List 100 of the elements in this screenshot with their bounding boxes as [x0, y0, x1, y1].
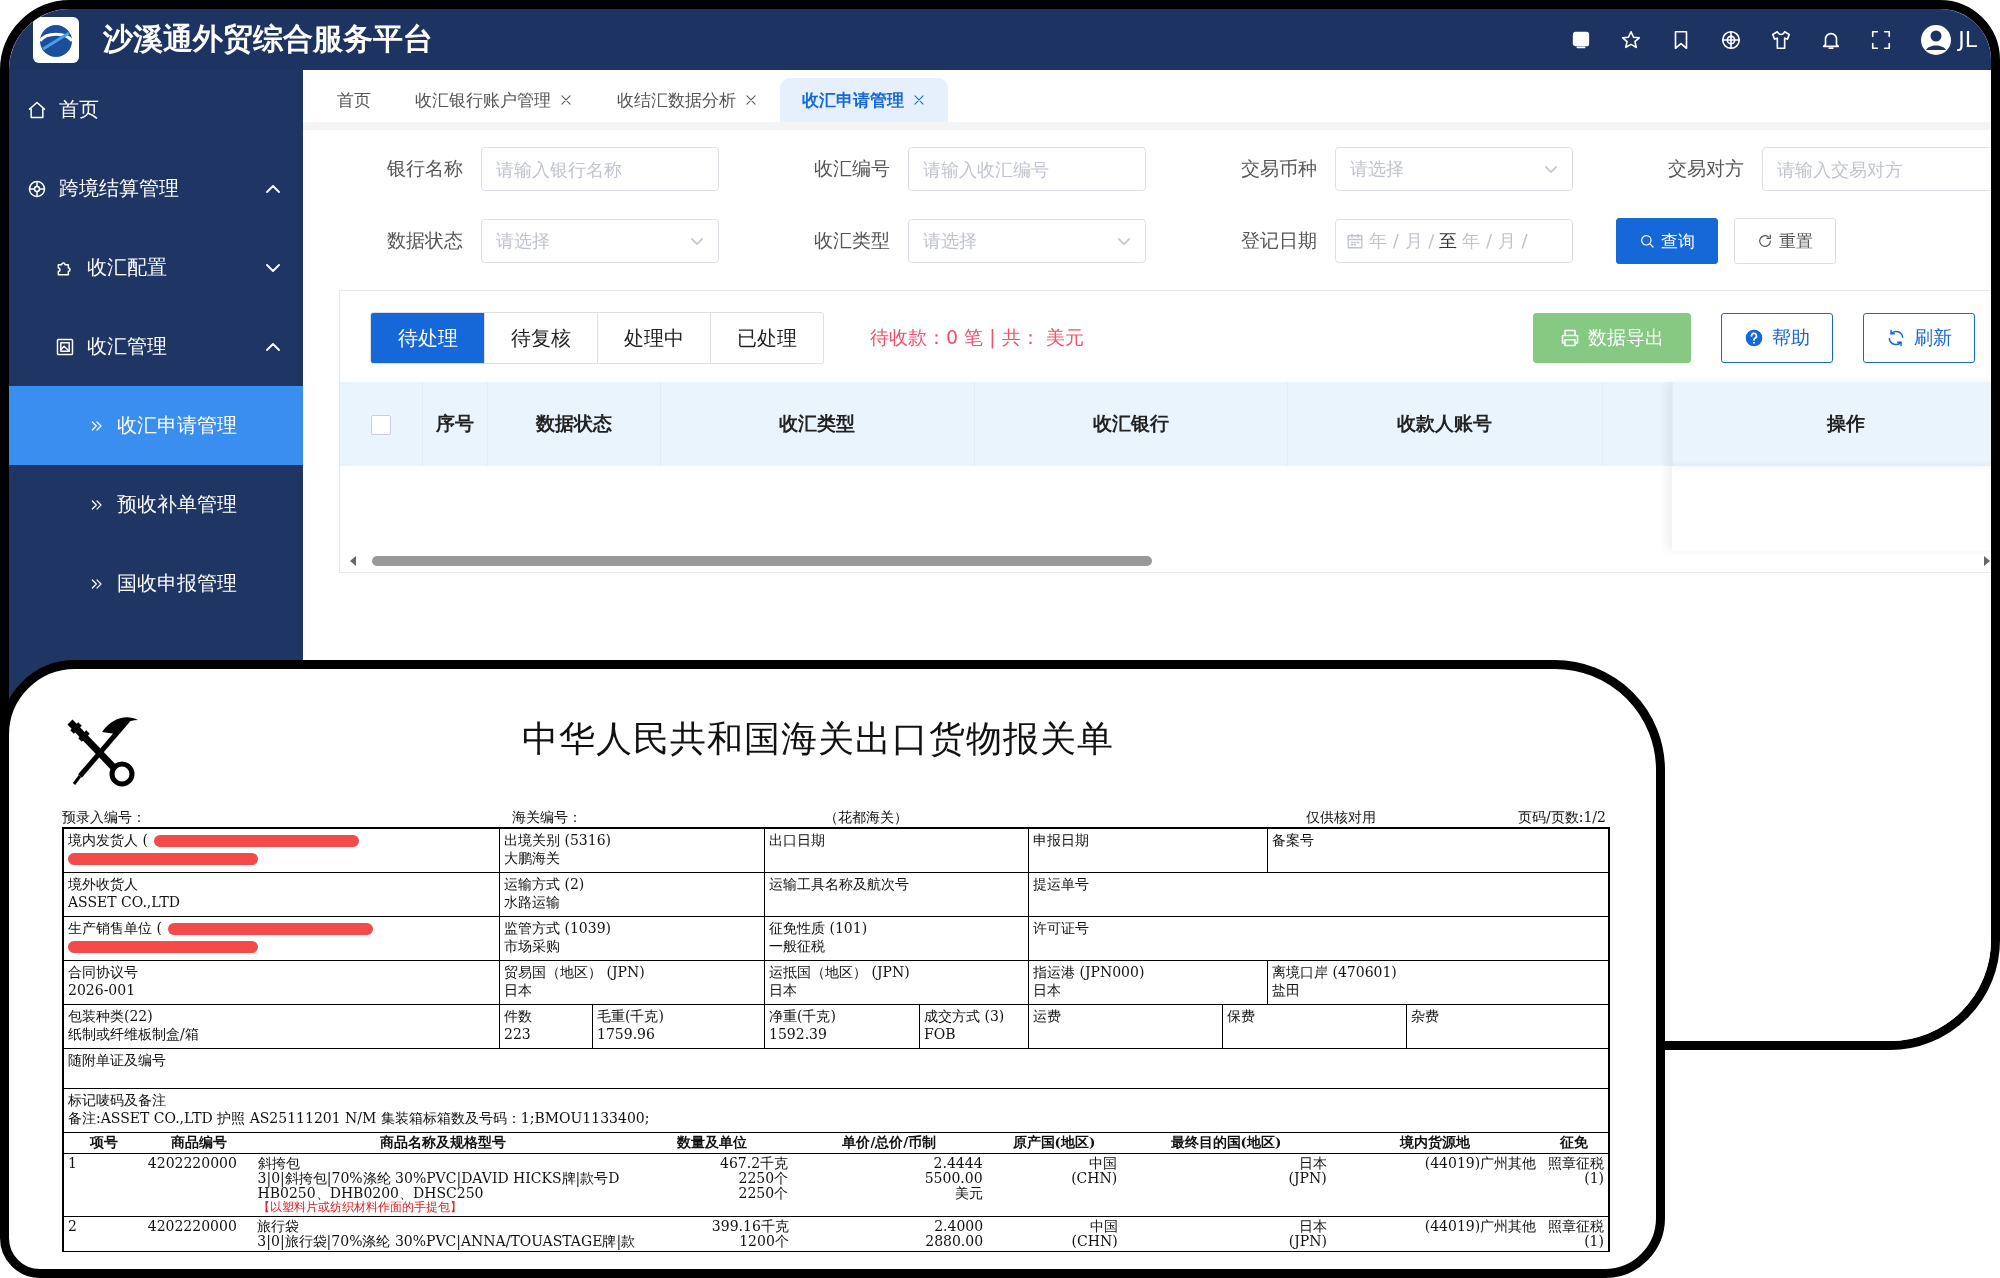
select-all-checkbox[interactable] — [370, 415, 391, 436]
status-tab[interactable]: 处理中 — [597, 313, 710, 363]
close-icon[interactable] — [744, 93, 758, 107]
filter-label: 收汇编号 — [813, 156, 890, 181]
field-label: 出境关别 (5316) — [504, 832, 611, 848]
field-label: 生产销售单位 ( — [68, 920, 162, 936]
caret-up-icon — [265, 184, 281, 193]
column-header: 数据状态 — [535, 412, 612, 434]
goods-cell: 2250个 — [738, 1171, 789, 1186]
nav-item[interactable]: 预收补单管理 — [9, 465, 303, 544]
goods-cell: 照章征税 — [1548, 1156, 1604, 1171]
column-header: 操作 — [1827, 412, 1865, 434]
column-header: 境内货源地 — [1398, 1134, 1472, 1152]
field-value: 备注:ASSET CO.,LTD 护照 AS25111201 N/M 集装箱标箱数及号码：1;BMOU1133400; — [68, 1110, 650, 1126]
field-label: 备案号 — [1272, 832, 1314, 848]
status-tab[interactable]: 待复核 — [484, 313, 597, 363]
field-label: 随附单证及编号 — [68, 1052, 166, 1068]
column-header: 最终目的国(地区) — [1169, 1134, 1283, 1152]
scrollbar-thumb[interactable] — [372, 556, 1152, 566]
goods-cell: 5500.00 — [924, 1171, 983, 1186]
reset-icon — [1757, 233, 1773, 249]
field-label: 指运港 (JPN000) — [1033, 964, 1145, 980]
column-header: 项号 — [88, 1134, 119, 1152]
nav-item[interactable]: 收汇管理 — [9, 307, 303, 386]
field-label: 运输工具名称及航次号 — [769, 876, 909, 892]
goods-cell: 旅行袋 — [257, 1219, 300, 1234]
fullscreen-icon[interactable] — [1870, 28, 1893, 51]
nav-item[interactable]: 收汇配置 — [9, 228, 303, 307]
column-header: 原产国(地区) — [1011, 1134, 1097, 1152]
goods-cell: 2.4000 — [934, 1219, 984, 1234]
field-value: 2026-001 — [68, 982, 136, 998]
field-label: 申报日期 — [1033, 832, 1089, 848]
scroll-right-icon[interactable] — [1982, 555, 1991, 567]
search-button[interactable]: 查询 — [1616, 218, 1718, 264]
goods-cell: 中国 — [1089, 1156, 1118, 1171]
close-icon[interactable] — [912, 93, 926, 107]
goods-cell: 2250个 — [738, 1186, 789, 1201]
refresh-button[interactable]: 刷新 — [1863, 313, 1975, 363]
filter-label: 收汇类型 — [813, 228, 890, 253]
search-icon — [1639, 233, 1655, 249]
column-header: 单价/总价/币制 — [841, 1134, 938, 1152]
user-name[interactable]: JL — [1958, 27, 1977, 52]
page-tab[interactable]: 收汇银行账户管理 — [393, 78, 595, 122]
field-value: 1592.39 — [769, 1026, 827, 1042]
goods-cell: (CHN) — [1071, 1234, 1118, 1249]
nav-item[interactable]: 首页 — [9, 70, 303, 149]
goods-cell: (JPN) — [1288, 1171, 1327, 1186]
star-icon[interactable] — [1620, 28, 1643, 51]
document-meta: （花都海关） — [824, 809, 909, 827]
status-tab[interactable]: 已处理 — [710, 313, 823, 363]
text-field[interactable]: 请输入交易对方 — [1762, 147, 1991, 191]
scroll-left-icon[interactable] — [348, 555, 358, 567]
summary-text: 待收款：0 笔 | 共： 美元 — [870, 325, 1085, 351]
goods-cell: 2880.00 — [925, 1234, 984, 1249]
goods-cell: 3|0|斜挎包|70%涤纶 30%PVC|DAVID HICKS牌|款号D — [257, 1171, 620, 1186]
avatar-icon[interactable] — [1920, 23, 1953, 56]
field-label: 件数 — [504, 1008, 532, 1024]
field-label: 合同协议号 — [68, 964, 138, 980]
field-label: 境外收货人 — [68, 876, 138, 892]
text-field[interactable]: 请输入收汇编号 — [908, 147, 1146, 191]
nav-item[interactable]: 跨境结算管理 — [9, 149, 303, 228]
close-icon[interactable] — [559, 93, 573, 107]
reset-button[interactable]: 重置 — [1734, 218, 1836, 264]
home-icon — [27, 99, 47, 120]
caret-up-icon — [265, 342, 281, 351]
field-label: 许可证号 — [1033, 920, 1089, 936]
goods-cell: (CHN) — [1071, 1171, 1118, 1186]
field-label: 杂费 — [1411, 1008, 1439, 1024]
text-field[interactable]: 请输入银行名称 — [481, 147, 719, 191]
field-label: 运抵国（地区） (JPN) — [769, 964, 910, 980]
document-meta: 仅供核对用 — [1305, 809, 1376, 827]
field-label: 运费 — [1033, 1008, 1061, 1024]
column-header: 商品编号 — [169, 1134, 228, 1152]
field-label: 监管方式 (1039) — [504, 920, 611, 936]
nav-item[interactable]: 国收申报管理 — [9, 544, 303, 623]
date-range-field[interactable]: 年 / 月 / 至 年 / 月 / — [1335, 219, 1573, 263]
goods-cell: 399.16千克 — [711, 1219, 789, 1234]
field-label: 离境口岸 (470601) — [1272, 964, 1397, 980]
refresh-icon — [1886, 328, 1906, 348]
field-label: 提运单号 — [1033, 876, 1089, 892]
field-value: 日本 — [504, 982, 532, 998]
field-label: 净重(千克) — [769, 1008, 836, 1024]
field-label: 标记唛码及备注 — [68, 1092, 166, 1108]
document-meta: 海关编号： — [512, 809, 583, 827]
page-tab[interactable]: 收结汇数据分析 — [595, 78, 780, 122]
field-value: 大鹏海关 — [504, 850, 560, 866]
logo-icon — [31, 14, 81, 65]
shirt-icon[interactable] — [1770, 28, 1793, 51]
status-tab[interactable]: 待处理 — [371, 313, 484, 363]
field-value: 水路运输 — [504, 894, 560, 910]
column-header: 收汇类型 — [779, 412, 855, 434]
filter-label: 数据状态 — [386, 228, 463, 253]
page-tab[interactable]: 收汇申请管理 — [780, 78, 948, 122]
field-label: 包装种类(22) — [68, 1008, 153, 1024]
page-tab[interactable]: 首页 — [315, 78, 393, 122]
help-button[interactable]: 帮助 — [1721, 313, 1833, 363]
goods-cell: 中国 — [1089, 1219, 1118, 1234]
goods-cell: (44019)广州其他 — [1424, 1156, 1537, 1171]
column-header: 征免 — [1559, 1134, 1590, 1152]
field-value: FOB — [924, 1026, 956, 1042]
